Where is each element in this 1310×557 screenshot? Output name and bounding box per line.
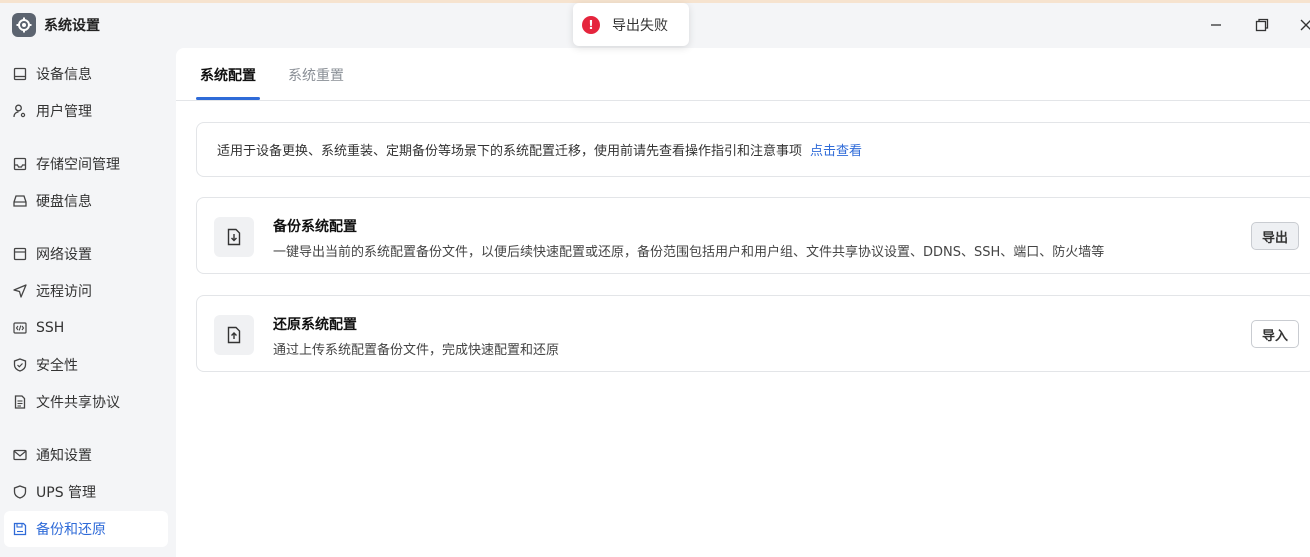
card-title: 还原系统配置 (273, 317, 357, 333)
sidebar-item-label: 远程访问 (36, 284, 92, 300)
tab-bar: 系统配置 系统重置 (176, 48, 1310, 101)
sidebar-item-label: UPS 管理 (36, 485, 97, 501)
sidebar-item-remote-access[interactable]: 远程访问 (4, 273, 168, 309)
active-tab-indicator (196, 97, 260, 100)
minimize-button[interactable] (1206, 15, 1226, 35)
error-circle-icon: ! (582, 15, 600, 34)
sidebar-item-storage[interactable]: 存储空间管理 (4, 146, 168, 182)
sidebar-item-label: 安全性 (36, 358, 78, 374)
mail-icon (13, 448, 27, 462)
main-panel: 系统配置 系统重置 适用于设备更换、系统重装、定期备份等场景下的系统配置迁移，使… (176, 48, 1310, 557)
sidebar-item-user-management[interactable]: 用户管理 (4, 93, 168, 129)
sidebar-item-label: 设备信息 (36, 67, 92, 83)
tab-system-reset[interactable]: 系统重置 (288, 65, 344, 85)
file-export-icon (214, 217, 254, 257)
save-icon (13, 522, 27, 536)
sidebar-item-ssh[interactable]: SSH (4, 310, 168, 346)
sidebar-item-label: 硬盘信息 (36, 194, 92, 210)
monitor-icon (13, 67, 27, 81)
sidebar-item-device-info[interactable]: 设备信息 (4, 56, 168, 92)
shield-check-icon (13, 358, 27, 372)
notice-text: 适用于设备更换、系统重装、定期备份等场景下的系统配置迁移，使用前请先查看操作指引… (217, 144, 803, 159)
sidebar-item-label: 网络设置 (36, 247, 92, 263)
sidebar-item-label: 文件共享协议 (36, 395, 120, 411)
document-icon (13, 395, 27, 409)
close-icon (1300, 19, 1310, 31)
sidebar-item-label: 用户管理 (36, 104, 92, 120)
card-description: 通过上传系统配置备份文件，完成快速配置和还原 (273, 343, 560, 358)
sidebar-item-label: SSH (36, 320, 65, 336)
sidebar-item-ups[interactable]: UPS 管理 (4, 474, 168, 510)
file-import-icon (214, 315, 254, 355)
shield-icon (13, 485, 27, 499)
card-description: 一键导出当前的系统配置备份文件，以便后续快速配置或还原，备份范围包括用户和用户组… (273, 245, 1105, 260)
network-icon (13, 247, 27, 261)
send-icon (13, 284, 27, 298)
sidebar-item-security[interactable]: 安全性 (4, 347, 168, 383)
toast-text: 导出失败 (612, 17, 668, 34)
restore-config-card: 还原系统配置 通过上传系统配置备份文件，完成快速配置和还原 导入 (196, 295, 1310, 372)
tab-system-config[interactable]: 系统配置 (200, 65, 256, 85)
sidebar: 设备信息 用户管理 存储空间管理 硬盘信息 网络设置 远程访问 SSH 安全性 … (0, 48, 176, 557)
sidebar-item-label: 通知设置 (36, 448, 92, 464)
maximize-button[interactable] (1252, 15, 1272, 35)
toast-notification: ! 导出失败 (573, 3, 689, 46)
sidebar-item-label: 备份和还原 (36, 522, 106, 538)
card-title: 备份系统配置 (273, 219, 357, 235)
sidebar-item-network[interactable]: 网络设置 (4, 236, 168, 272)
sidebar-item-disk-info[interactable]: 硬盘信息 (4, 183, 168, 219)
export-button[interactable]: 导出 (1251, 222, 1299, 250)
window-title: 系统设置 (44, 18, 100, 34)
gear-icon (12, 13, 36, 37)
sidebar-item-backup-restore[interactable]: 备份和还原 (4, 511, 168, 547)
sidebar-item-file-sharing[interactable]: 文件共享协议 (4, 384, 168, 420)
info-notice: 适用于设备更换、系统重装、定期备份等场景下的系统配置迁移，使用前请先查看操作指引… (196, 122, 1310, 177)
view-guide-link[interactable]: 点击查看 (810, 140, 862, 159)
user-key-icon (13, 104, 27, 118)
restore-icon (1255, 18, 1269, 32)
sidebar-item-label: 存储空间管理 (36, 157, 120, 173)
import-button[interactable]: 导入 (1251, 320, 1299, 348)
close-button[interactable] (1296, 15, 1310, 35)
storage-icon (13, 157, 27, 171)
sidebar-item-notifications[interactable]: 通知设置 (4, 437, 168, 473)
backup-config-card: 备份系统配置 一键导出当前的系统配置备份文件，以便后续快速配置或还原，备份范围包… (196, 197, 1310, 274)
minimize-icon (1211, 24, 1221, 26)
code-icon (13, 321, 27, 335)
disk-icon (13, 194, 27, 208)
